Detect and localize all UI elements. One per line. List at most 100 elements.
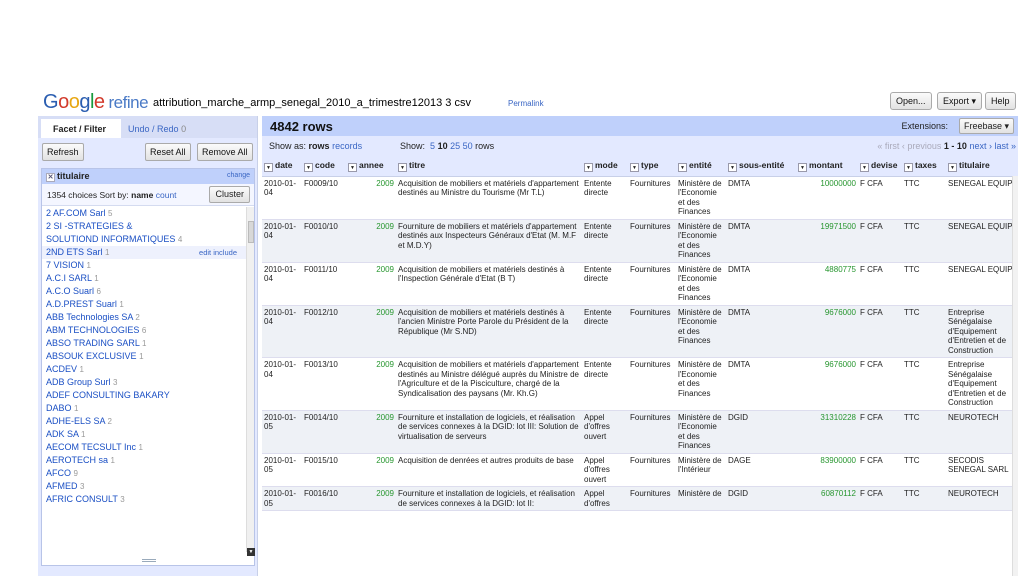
facet-choice[interactable]: ABSOUK EXCLUSIVE 1 — [42, 350, 247, 363]
column-header[interactable]: ▼ titre — [396, 156, 582, 177]
show-as-rows[interactable]: rows — [309, 141, 330, 151]
table-cell[interactable]: 2009 — [346, 410, 396, 454]
facet-choice[interactable]: ABB Technologies SA 2 — [42, 311, 247, 324]
table-cell[interactable]: Fourniture et installation de logiciels,… — [396, 410, 582, 454]
scroll-down-icon[interactable]: ▼ — [247, 548, 255, 556]
column-dropdown-icon[interactable]: ▼ — [904, 162, 913, 172]
column-dropdown-icon[interactable]: ▼ — [264, 162, 273, 172]
table-cell[interactable]: F CFA — [858, 305, 902, 358]
table-cell[interactable]: F CFA — [858, 262, 902, 306]
table-cell[interactable]: Appel d'offres ouvert — [582, 453, 628, 487]
table-cell[interactable]: Ministère de l'Economie et des Finances — [676, 410, 726, 454]
table-cell[interactable]: TTC — [902, 219, 946, 263]
facet-choice[interactable]: ABSO TRADING SARL 1 — [42, 337, 247, 350]
table-cell[interactable]: F CFA — [858, 176, 902, 220]
table-cell[interactable]: F CFA — [858, 453, 902, 487]
table-cell[interactable]: 2009 — [346, 486, 396, 511]
pager-previous[interactable]: ‹ previous — [902, 141, 942, 151]
facet-choice[interactable]: A.C.O Suarl 6 — [42, 285, 247, 298]
column-dropdown-icon[interactable]: ▼ — [798, 162, 807, 172]
column-dropdown-icon[interactable]: ▼ — [728, 162, 737, 172]
table-cell[interactable]: Ministère de l'Economie et des Finances — [676, 357, 726, 411]
permalink-link[interactable]: Permalink — [508, 99, 544, 108]
facet-choice[interactable]: DABO 1 — [42, 402, 247, 415]
table-cell[interactable]: F0012/10 — [302, 305, 346, 358]
column-header[interactable]: ▼ devise — [858, 156, 902, 177]
table-cell[interactable]: F0016/10 — [302, 486, 346, 511]
facet-choice[interactable]: 7 VISION 1 — [42, 259, 247, 272]
table-cell[interactable]: Ministère de l'Intérieur — [676, 453, 726, 487]
table-cell[interactable]: F0010/10 — [302, 219, 346, 263]
column-header[interactable]: ▼ sous-entité — [726, 156, 796, 177]
table-cell[interactable]: Entente directe — [582, 357, 628, 411]
column-dropdown-icon[interactable]: ▼ — [398, 162, 407, 172]
facet-choice[interactable]: AFRIC CONSULT 3 — [42, 493, 247, 506]
table-cell[interactable]: 2009 — [346, 262, 396, 306]
facet-choice[interactable]: AEROTECH sa 1 — [42, 454, 247, 467]
edit-link[interactable]: edit — [199, 248, 211, 257]
table-cell[interactable]: 2010-01-05 — [262, 410, 302, 454]
table-cell[interactable]: Entreprise Sénégalaise d'Equipement d'En… — [946, 357, 1018, 411]
export-button[interactable]: Export ▾ — [937, 92, 983, 110]
table-cell[interactable]: F CFA — [858, 357, 902, 411]
pager-next[interactable]: next › — [969, 141, 992, 151]
table-cell[interactable]: 2009 — [346, 176, 396, 220]
table-cell[interactable]: F CFA — [858, 486, 902, 511]
page-size-50[interactable]: 50 — [463, 141, 473, 151]
table-cell[interactable]: 2010-01-04 — [262, 262, 302, 306]
include-link[interactable]: include — [213, 248, 237, 257]
table-cell[interactable]: TTC — [902, 305, 946, 358]
column-header[interactable]: ▼ titulaire — [946, 156, 1018, 177]
facet-choice[interactable]: ADK SA 1 — [42, 428, 247, 441]
table-cell[interactable]: Entente directe — [582, 262, 628, 306]
column-header[interactable]: ▼ date — [262, 156, 302, 177]
table-cell[interactable]: Ministère de l'Economie et des Finances — [676, 262, 726, 306]
table-cell[interactable]: Acquisition de mobiliers et matériels d'… — [396, 357, 582, 411]
table-cell[interactable]: Acquisition de mobiliers et matériels de… — [396, 262, 582, 306]
column-header[interactable]: ▼ mode — [582, 156, 628, 177]
facet-choice[interactable]: A.C.I SARL 1 — [42, 272, 247, 285]
facet-resize-handle[interactable] — [142, 559, 156, 562]
table-cell[interactable]: 10000000 — [796, 176, 858, 220]
table-scrollbar[interactable] — [1012, 176, 1018, 576]
table-cell[interactable]: Acquisition de mobiliers et matériels d'… — [396, 176, 582, 220]
table-cell[interactable]: F0011/10 — [302, 262, 346, 306]
table-cell[interactable]: TTC — [902, 262, 946, 306]
table-cell[interactable]: SECODIS SENEGAL SARL — [946, 453, 1018, 487]
table-cell[interactable]: 2010-01-05 — [262, 453, 302, 487]
table-cell[interactable]: 2010-01-04 — [262, 219, 302, 263]
sort-by-count[interactable]: count — [156, 190, 177, 200]
table-cell[interactable]: Fournitures — [628, 219, 676, 263]
table-cell[interactable]: DGID — [726, 410, 796, 454]
sort-by-name[interactable]: name — [131, 190, 153, 200]
page-size-25[interactable]: 25 — [450, 141, 460, 151]
facet-choice[interactable]: 2 SI -STRATEGIES & — [42, 220, 247, 233]
table-cell[interactable]: Fournitures — [628, 486, 676, 511]
table-cell[interactable]: NEUROTECH — [946, 486, 1018, 511]
table-cell[interactable]: DGID — [726, 486, 796, 511]
pager-last[interactable]: last » — [994, 141, 1016, 151]
open-button[interactable]: Open... — [890, 92, 932, 110]
table-cell[interactable]: F CFA — [858, 219, 902, 263]
table-cell[interactable]: Acquisition de denrées et autres produit… — [396, 453, 582, 487]
table-cell[interactable]: F0009/10 — [302, 176, 346, 220]
table-cell[interactable]: 9676000 — [796, 357, 858, 411]
table-cell[interactable]: 9676000 — [796, 305, 858, 358]
scroll-thumb[interactable] — [248, 221, 254, 243]
tab-undo-redo[interactable]: Undo / Redo 0 — [128, 124, 186, 134]
table-cell[interactable]: 4880775 — [796, 262, 858, 306]
page-size-10[interactable]: 10 — [438, 141, 448, 151]
show-as-records[interactable]: records — [332, 141, 362, 151]
table-cell[interactable]: 60870112 — [796, 486, 858, 511]
extensions-freebase-button[interactable]: Freebase ▾ — [958, 118, 1014, 134]
page-size-5[interactable]: 5 — [430, 141, 435, 151]
column-dropdown-icon[interactable]: ▼ — [630, 162, 639, 172]
table-cell[interactable]: NEUROTECH — [946, 410, 1018, 454]
column-header[interactable]: ▼ entité — [676, 156, 726, 177]
table-cell[interactable]: Ministère de l'Economie et des Finances — [676, 305, 726, 358]
table-cell[interactable]: DMTA — [726, 262, 796, 306]
facet-choice[interactable]: AFMED 3 — [42, 480, 247, 493]
facet-choice[interactable]: ABM TECHNOLOGIES 6 — [42, 324, 247, 337]
column-dropdown-icon[interactable]: ▼ — [678, 162, 687, 172]
facet-choice[interactable]: SOLUTIOND INFORMATIQUES 4 — [42, 233, 247, 246]
